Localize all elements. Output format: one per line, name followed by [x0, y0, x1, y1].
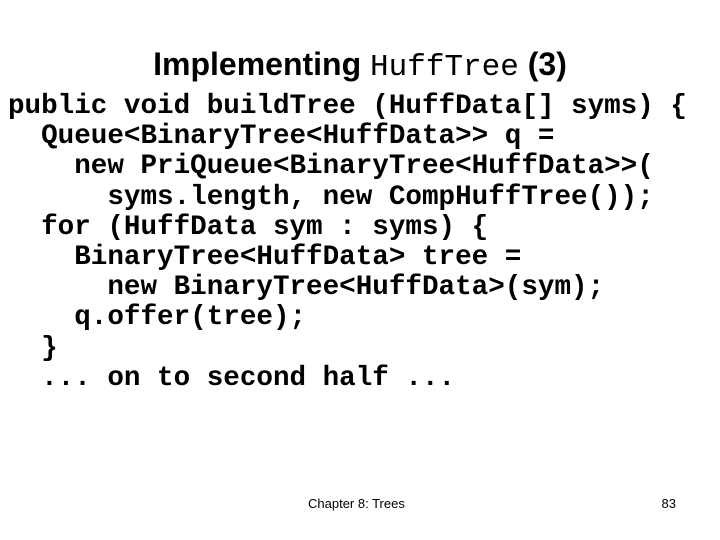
code-line: BinaryTree<HuffData> tree =: [8, 241, 522, 273]
slide-title-prefix: Implementing: [153, 46, 371, 82]
footer-chapter-label: Chapter 8: Trees: [308, 496, 405, 511]
code-line: }: [8, 332, 58, 364]
code-line: new PriQueue<BinaryTree<HuffData>>(: [8, 151, 654, 183]
code-line: for (HuffData sym : syms) {: [8, 211, 489, 243]
code-block: public void buildTree (HuffData[] syms) …: [8, 91, 687, 394]
footer-page-number: 83: [661, 496, 676, 511]
code-line: syms.length, new CompHuffTree());: [8, 181, 654, 213]
code-line: ... on to second half ...: [8, 362, 456, 394]
code-line: q.offer(tree);: [8, 302, 307, 334]
code-line: new BinaryTree<HuffData>(sym);: [8, 272, 605, 304]
slide-title-suffix: (3): [518, 46, 567, 82]
slide-title-code: HuffTree: [370, 50, 519, 85]
code-line: Queue<BinaryTree<HuffData>> q =: [8, 121, 555, 153]
code-line: public void buildTree (HuffData[] syms) …: [8, 91, 687, 122]
slide-title: Implementing HuffTree (3): [0, 44, 720, 88]
